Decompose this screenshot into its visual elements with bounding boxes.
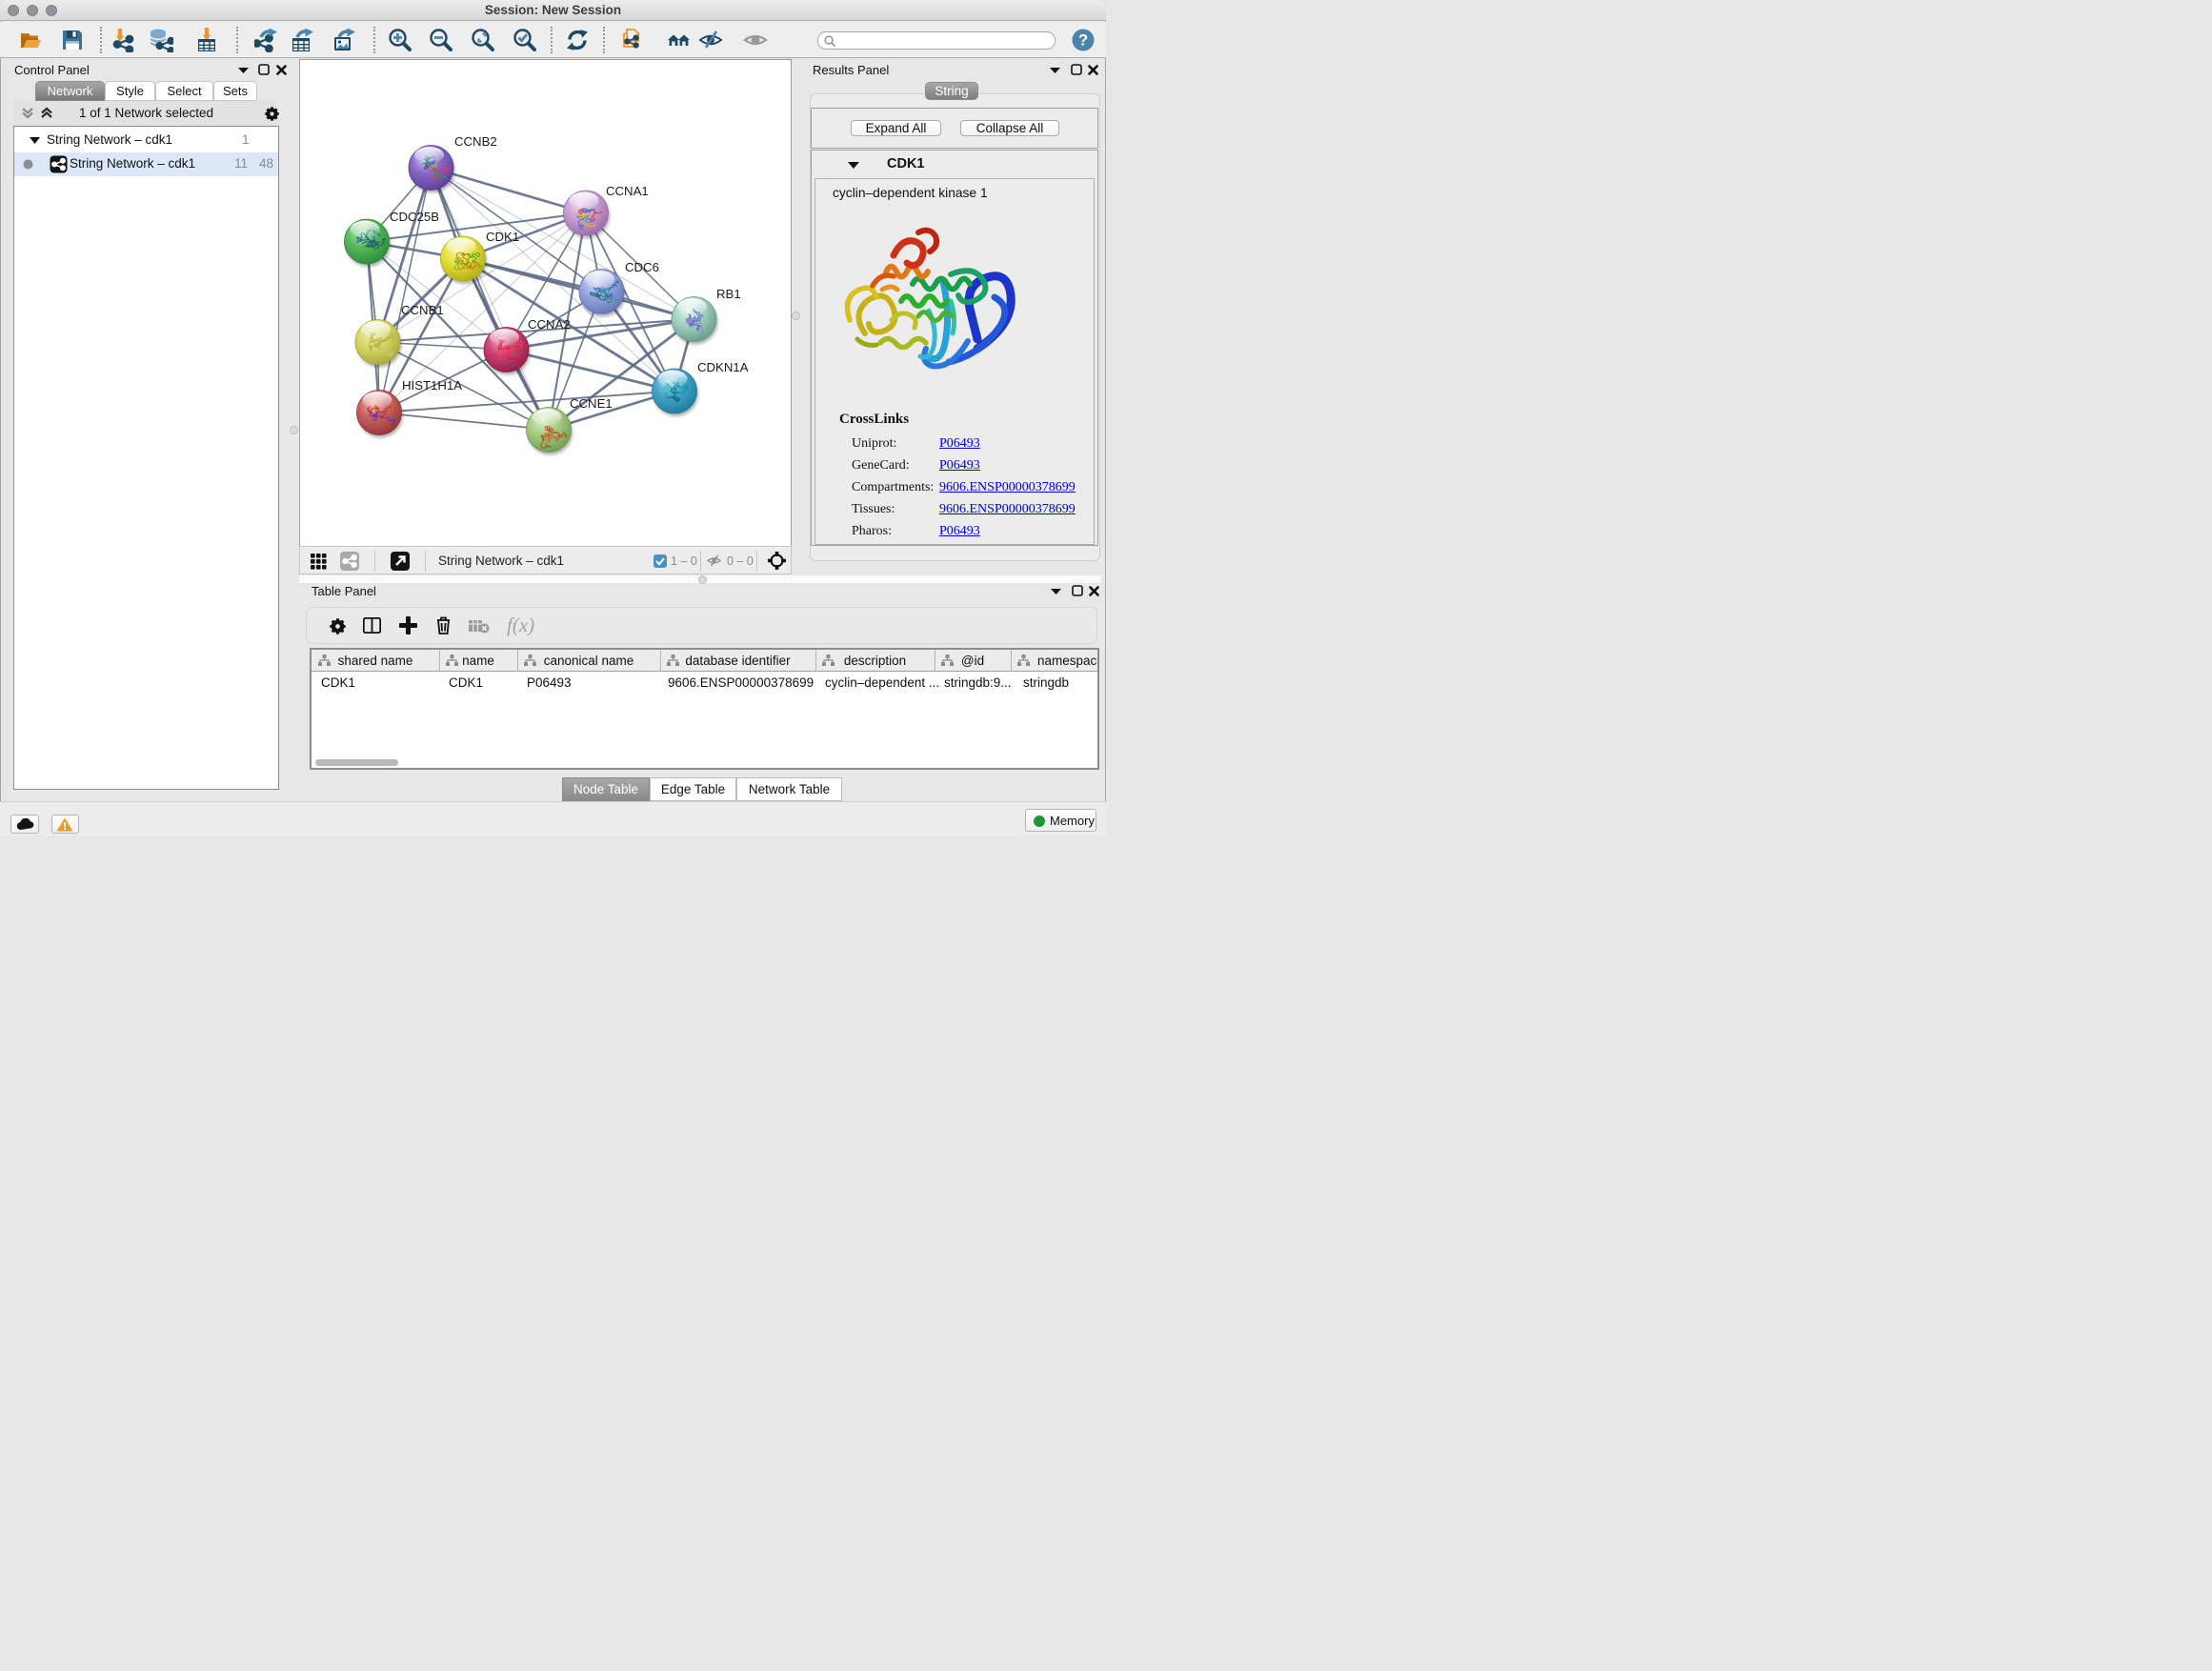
svg-text:CCNA1: CCNA1 (606, 184, 649, 198)
svg-text:CDC25B: CDC25B (390, 210, 439, 224)
svg-text:CCNA2: CCNA2 (528, 317, 571, 332)
svg-text:CDKN1A: CDKN1A (697, 360, 749, 374)
svg-text:RB1: RB1 (716, 287, 741, 301)
svg-text:CCNB2: CCNB2 (454, 134, 497, 149)
svg-text:?: ? (1078, 32, 1088, 50)
svg-text:CCNB1: CCNB1 (401, 303, 444, 317)
svg-text:CDK1: CDK1 (486, 230, 519, 244)
svg-text:CDC6: CDC6 (625, 260, 659, 274)
svg-text:CCNE1: CCNE1 (570, 396, 613, 411)
svg-text:HIST1H1A: HIST1H1A (402, 378, 462, 393)
